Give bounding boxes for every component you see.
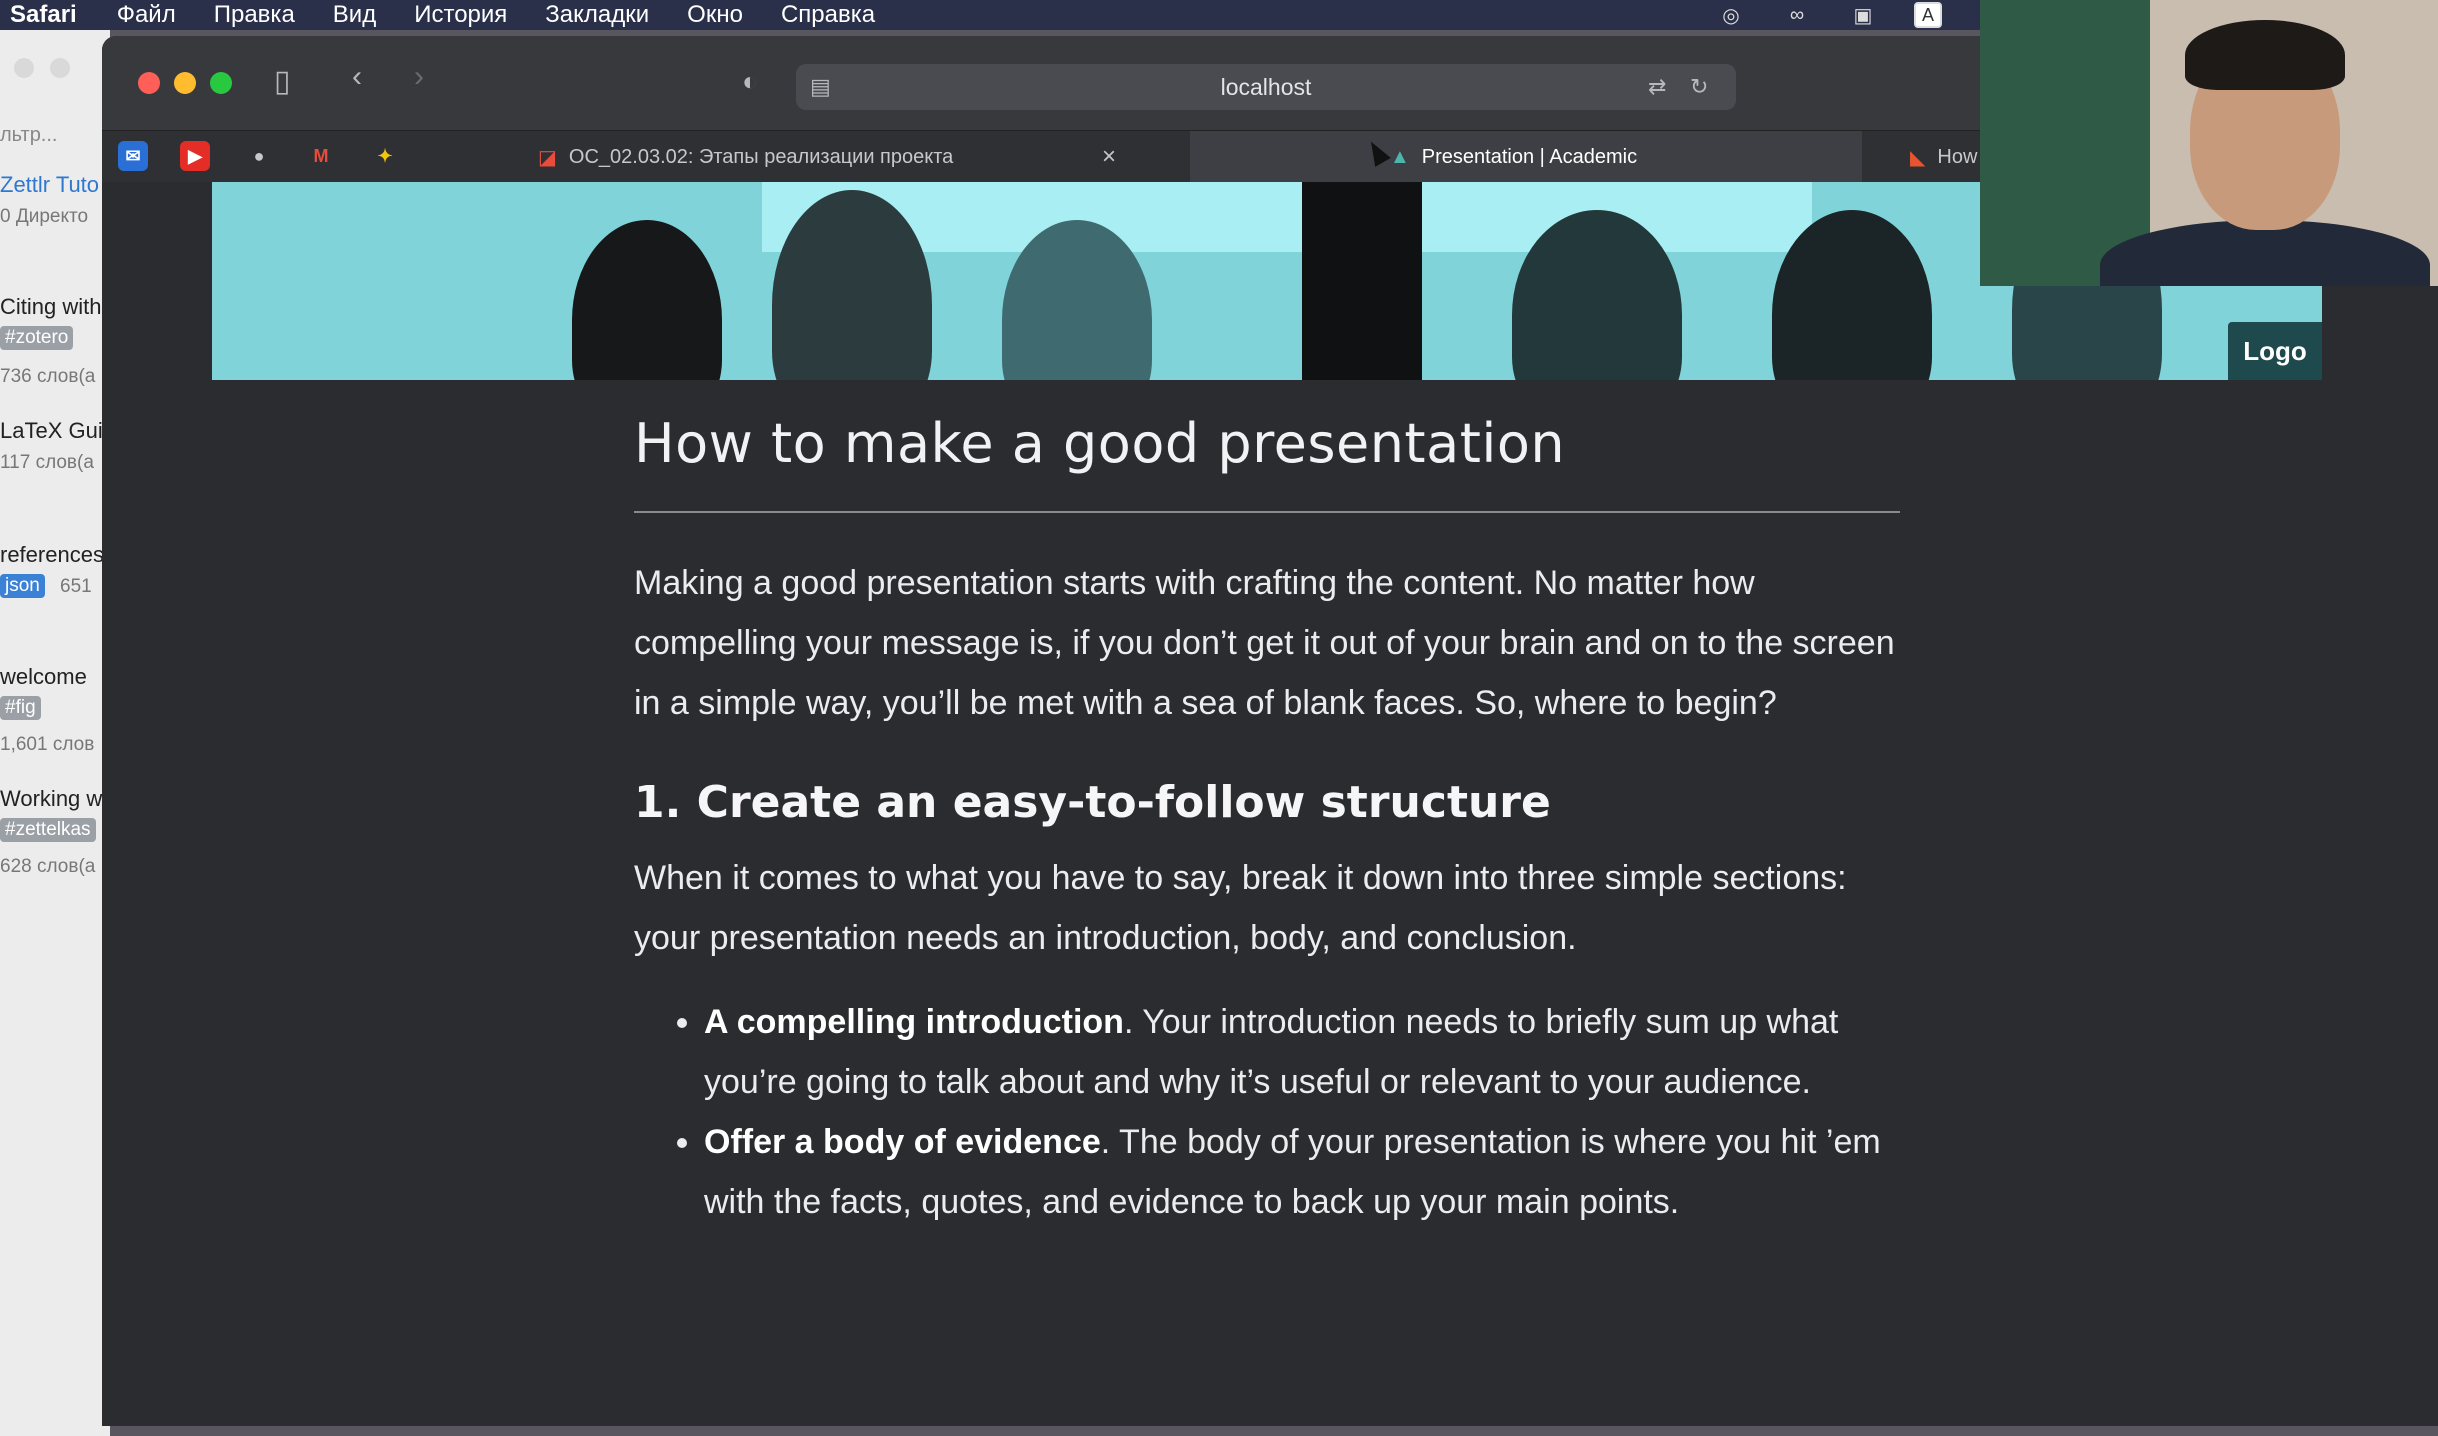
aperture-icon[interactable]: ◎ bbox=[1716, 3, 1746, 27]
menu-help[interactable]: Справка bbox=[781, 1, 875, 29]
file-item-meta: 628 слов(а bbox=[0, 856, 96, 877]
file-item-tag[interactable]: json bbox=[0, 574, 45, 598]
menu-history[interactable]: История bbox=[414, 1, 507, 29]
file-item-title[interactable]: references bbox=[0, 542, 104, 568]
article-site-icon: ◣ bbox=[1910, 146, 1926, 169]
tab-label: ОС_02.03.02: Этапы реализации проекта bbox=[568, 145, 954, 168]
file-item-title[interactable]: LaTeX Guid bbox=[0, 418, 110, 444]
list-item: A compelling introduction. Your introduc… bbox=[704, 992, 1900, 1112]
section-paragraph: When it comes to what you have to say, b… bbox=[634, 859, 1847, 957]
menu-window[interactable]: Окно bbox=[687, 1, 743, 29]
academic-site-icon: ▲ bbox=[1390, 145, 1410, 168]
list-item-bold: A compelling introduction bbox=[704, 1003, 1124, 1041]
presenter-silhouette bbox=[1302, 182, 1422, 380]
apple-favorite-icon[interactable]: ● bbox=[244, 141, 274, 171]
youtube-favorite-icon[interactable]: ▶ bbox=[180, 141, 210, 171]
url-text[interactable]: localhost bbox=[796, 74, 1736, 101]
file-item-tag[interactable]: #zotero bbox=[0, 326, 74, 350]
file-item-title[interactable]: Citing with bbox=[0, 294, 101, 320]
menu-view[interactable]: Вид bbox=[333, 1, 376, 29]
file-item-title[interactable]: Zettlr Tuto bbox=[0, 172, 99, 198]
webcam-overlay bbox=[1980, 0, 2438, 286]
filter-input[interactable]: льтр... bbox=[0, 124, 57, 147]
page-title: How to make a good presentation bbox=[634, 412, 1900, 513]
menu-file[interactable]: Файл bbox=[117, 1, 176, 29]
bg-window-control[interactable] bbox=[14, 58, 34, 78]
file-item-title[interactable]: Working w bbox=[0, 786, 102, 812]
file-item-meta: 0 Директо bbox=[0, 206, 89, 227]
back-icon[interactable]: ‹ bbox=[352, 60, 362, 94]
file-item-tag[interactable]: #zettelkas bbox=[0, 818, 96, 842]
file-item-meta: 1,601 слов bbox=[0, 734, 95, 755]
tab-label: Presentation | Academic bbox=[1421, 145, 1638, 168]
list-item-bold: Offer a body of evidence bbox=[704, 1123, 1101, 1161]
webcam-person bbox=[2185, 20, 2345, 90]
logo-button[interactable]: Logo bbox=[2228, 322, 2322, 380]
intro-paragraph: Making a good presentation starts with c… bbox=[634, 564, 1895, 722]
list-item: Offer a body of evidence. The body of yo… bbox=[704, 1112, 1900, 1232]
file-item-meta: 736 слов(а bbox=[0, 366, 96, 387]
creative-cloud-icon[interactable]: ∞ bbox=[1782, 3, 1812, 27]
audience-silhouette bbox=[572, 220, 722, 380]
bullet-list: A compelling introduction. Your introduc… bbox=[634, 992, 1900, 1232]
input-source-icon[interactable]: A bbox=[1914, 2, 1942, 28]
mail-favorite-icon[interactable]: ✉ bbox=[118, 141, 148, 171]
menu-bookmarks[interactable]: Закладки bbox=[545, 1, 649, 29]
file-item-meta: 651 bbox=[60, 576, 92, 597]
bg-window-control[interactable] bbox=[50, 58, 70, 78]
menu-app-safari[interactable]: Safari bbox=[10, 1, 77, 29]
minimize-window-button[interactable] bbox=[174, 72, 196, 94]
star-favorite-icon[interactable]: ✦ bbox=[370, 141, 400, 171]
close-window-button[interactable] bbox=[138, 72, 160, 94]
file-item-title[interactable]: welcome bbox=[0, 664, 87, 690]
section-heading: 1. Create an easy-to-follow structure bbox=[634, 777, 1551, 828]
reload-icon[interactable]: ↻ bbox=[1690, 74, 1708, 100]
gmail-favorite-icon[interactable]: M bbox=[306, 141, 336, 171]
translate-icon[interactable]: ⇄ bbox=[1648, 74, 1666, 100]
web-page: Logo How to make a good presentation Mak… bbox=[102, 182, 2438, 1426]
address-bar[interactable]: ▤ localhost ⇄ ↻ bbox=[796, 64, 1736, 110]
notification-icon[interactable]: ▣ bbox=[1848, 3, 1878, 27]
status-tray: ◎ ∞ ▣ A ▭ bbox=[1716, 0, 2008, 30]
zoom-window-button[interactable] bbox=[210, 72, 232, 94]
menu-edit[interactable]: Правка bbox=[214, 1, 295, 29]
article-content: How to make a good presentation Making a… bbox=[634, 412, 1900, 1232]
file-item-tag[interactable]: #fig bbox=[0, 696, 41, 720]
course-site-icon: ◪ bbox=[538, 146, 557, 169]
background-app-sidebar: льтр... Zettlr Tuto 0 Директо Citing wit… bbox=[0, 30, 110, 1436]
sidebar-toggle-icon[interactable]: ▯ bbox=[274, 64, 291, 99]
file-item-meta: 117 слов(а bbox=[0, 452, 94, 473]
close-tab-icon[interactable]: × bbox=[1102, 143, 1116, 171]
tab-project-stages[interactable]: ◪ ОС_02.03.02: Этапы реализации проекта bbox=[418, 131, 1188, 183]
privacy-shield-icon[interactable]: ◐ bbox=[742, 66, 758, 97]
forward-icon[interactable]: › bbox=[414, 60, 424, 94]
tab-presentation-academic[interactable]: ▲ Presentation | Academic bbox=[1190, 131, 1862, 183]
